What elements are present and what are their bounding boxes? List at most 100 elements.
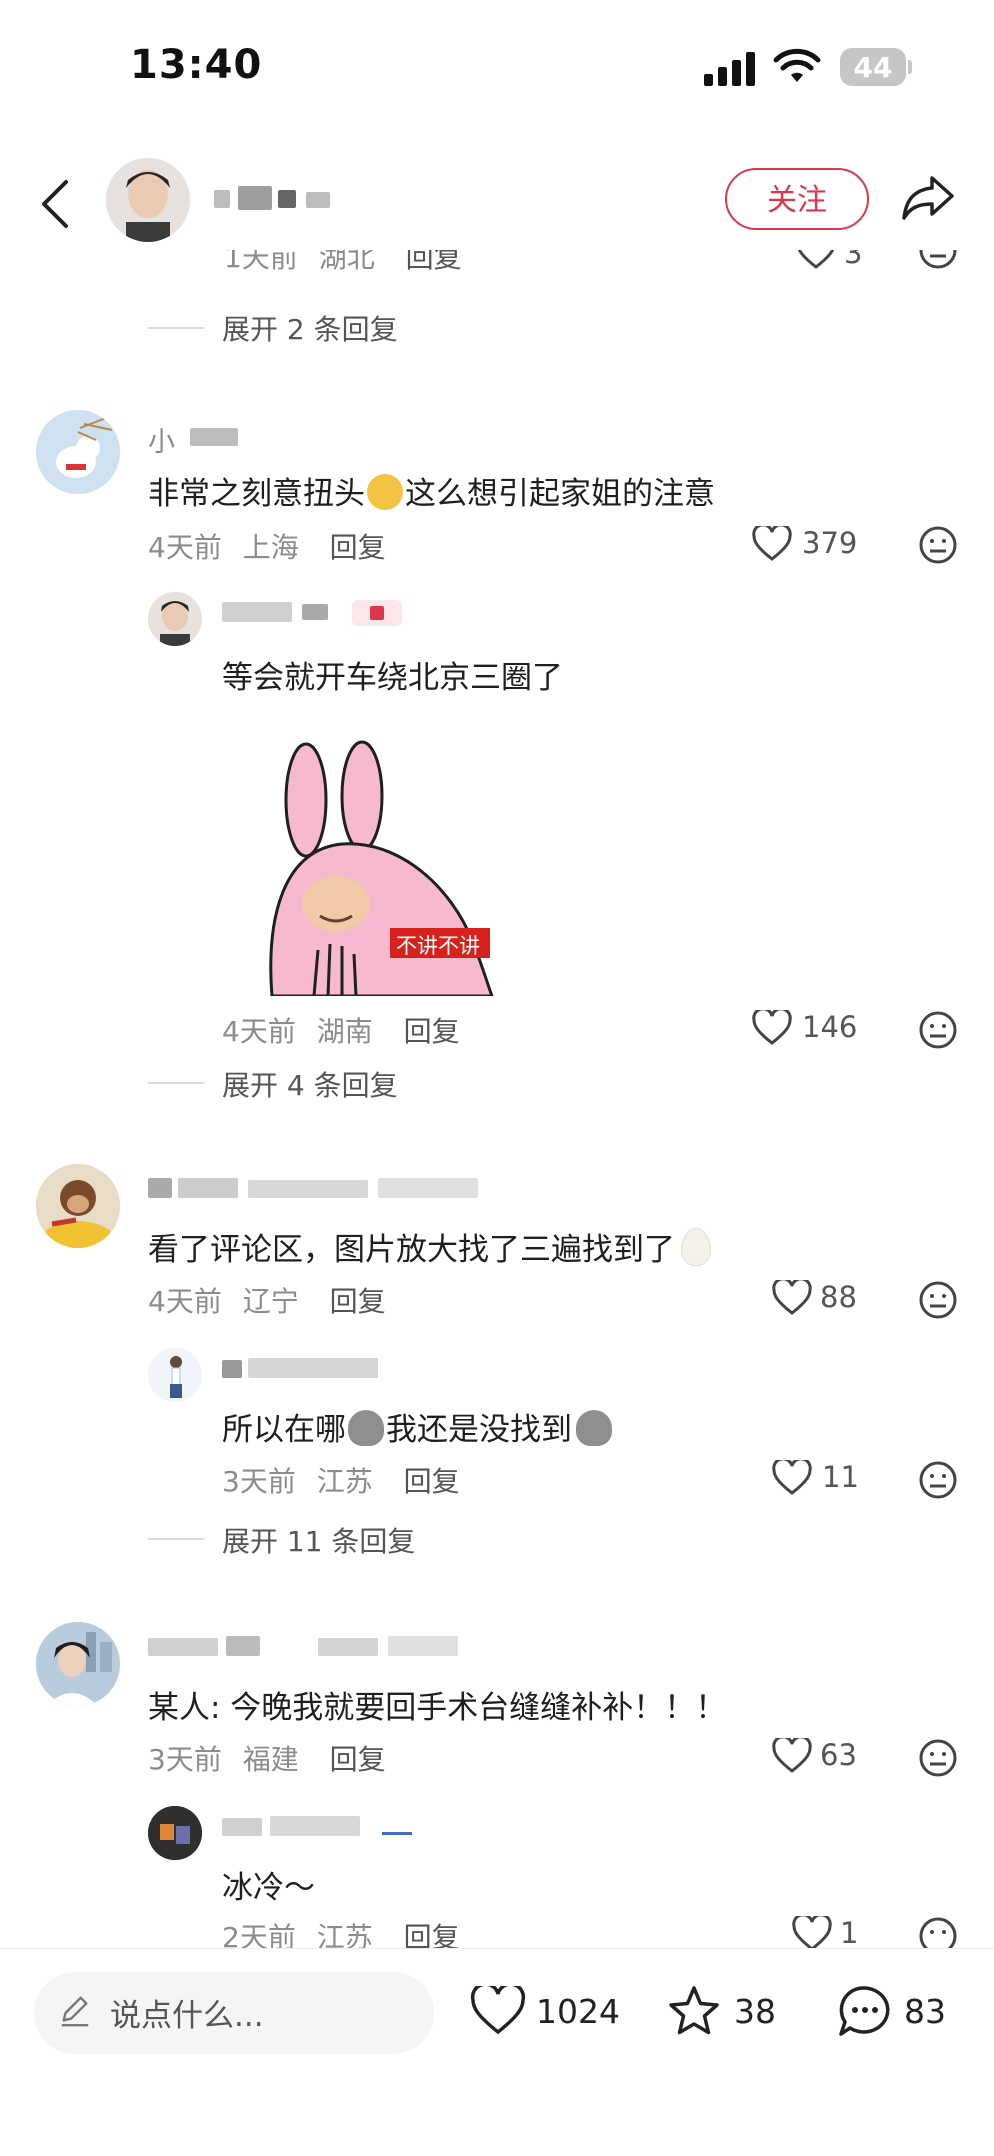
author-name-blurred[interactable] <box>214 186 334 212</box>
like-group[interactable]: 63 <box>772 1736 892 1776</box>
post-star-count: 38 <box>734 1992 776 2031</box>
egg-emoji-icon <box>681 1228 711 1266</box>
poop-emoji-icon <box>576 1410 612 1446</box>
heart-icon <box>772 1460 812 1495</box>
meh-face-icon[interactable] <box>918 1460 958 1500</box>
comment-time: 3天前 <box>148 1743 222 1776</box>
expand-divider <box>148 1538 204 1540</box>
heart-icon[interactable] <box>470 1986 526 2036</box>
commenter-avatar[interactable] <box>36 1622 120 1706</box>
reply-location: 湖南 <box>316 1015 373 1048</box>
meh-face-icon <box>919 1917 957 1948</box>
battery-level: 44 <box>853 51 893 84</box>
commenter-username-blurred[interactable] <box>148 1632 468 1660</box>
reply-avatar[interactable] <box>148 1348 202 1402</box>
like-count: 1 <box>840 1916 859 1948</box>
like-group[interactable]: 11 <box>772 1458 892 1498</box>
meh-face-icon[interactable] <box>918 1010 958 1050</box>
author-avatar[interactable] <box>106 158 190 242</box>
comment-location: 福建 <box>242 1743 299 1776</box>
like-group[interactable]: 88 <box>772 1278 892 1318</box>
back-arrow-icon[interactable] <box>38 178 74 230</box>
reply-text-part: 我还是没找到 <box>386 1412 572 1448</box>
reply-avatar[interactable] <box>148 592 202 646</box>
reply-username-blurred[interactable] <box>222 1812 432 1840</box>
dislike-icon-wrap[interactable] <box>918 250 958 278</box>
reply-button[interactable]: 回复 <box>406 250 462 274</box>
meh-face-icon[interactable] <box>918 1280 958 1320</box>
expand-divider <box>148 1082 204 1084</box>
comment-location: 湖北 <box>318 250 375 274</box>
comment-meta: 4天前 上海 回复 <box>148 526 386 566</box>
reply-location: 江苏 <box>316 1921 373 1948</box>
comment-text: 看了评论区，图片放大找了三遍找到了 <box>148 1224 711 1269</box>
commenter-avatar[interactable] <box>36 410 120 494</box>
reply-button[interactable]: 回复 <box>330 1743 386 1776</box>
expand-divider <box>148 327 204 329</box>
comment-text-part: 非常之刻意扭头 <box>148 476 365 512</box>
reply-text-part: 所以在哪 <box>222 1412 346 1448</box>
dislike-icon-wrap[interactable] <box>918 1916 958 1948</box>
comment-text-part: 这么想引起家姐的注意 <box>405 476 715 512</box>
like-group[interactable]: 379 <box>752 524 892 564</box>
heart-icon <box>752 526 792 561</box>
meh-face-icon[interactable] <box>918 1738 958 1778</box>
like-group[interactable]: 1 <box>792 1914 892 1948</box>
star-icon[interactable] <box>666 1984 722 2038</box>
expand-replies[interactable]: 展开 11 条回复 <box>222 1520 415 1560</box>
heart-icon <box>792 1916 832 1948</box>
reply-avatar[interactable] <box>148 1806 202 1860</box>
comment-input-placeholder[interactable]: 说点什么... <box>110 1990 264 2035</box>
reply-sticker-image[interactable]: 不讲不讲 <box>262 740 500 996</box>
comment-bubble-icon[interactable] <box>836 1984 894 2040</box>
follow-button[interactable]: 关注 <box>725 168 869 230</box>
reply-button[interactable]: 回复 <box>404 1921 460 1948</box>
reply-text: 冰冷～ <box>222 1870 315 1906</box>
reply-avatar-image <box>148 1806 202 1860</box>
heart-icon <box>797 250 835 269</box>
share-icon[interactable] <box>900 172 956 222</box>
commenter-avatar-image <box>36 1164 120 1248</box>
reply-button[interactable]: 回复 <box>404 1465 460 1498</box>
expand-replies[interactable]: 展开 2 条回复 <box>222 308 398 348</box>
expand-replies[interactable]: 展开 4 条回复 <box>222 1064 398 1104</box>
comment-meta: 4天前 辽宁 回复 <box>148 1280 386 1320</box>
reply-time: 2天前 <box>222 1921 296 1948</box>
reply-button[interactable]: 回复 <box>330 531 386 564</box>
reply-meta: 4天前 湖南 回复 <box>222 1010 460 1050</box>
username-blurred <box>190 428 238 446</box>
reply-button[interactable]: 回复 <box>404 1015 460 1048</box>
comment-meta: 3天前 福建 回复 <box>148 1738 386 1778</box>
post-comment-count: 83 <box>904 1992 946 2031</box>
commenter-avatar[interactable] <box>36 1164 120 1248</box>
commenter-username[interactable]: 小 <box>148 420 175 459</box>
reply-username-blurred[interactable] <box>222 598 422 626</box>
reply-time: 3天前 <box>222 1465 296 1498</box>
commenter-avatar-image <box>36 1622 120 1706</box>
emoji-sticker-icon <box>367 474 403 510</box>
reply-meta: 3天前 江苏 回复 <box>222 1460 460 1500</box>
battery-tip <box>908 60 912 74</box>
commenter-username-blurred[interactable] <box>148 1174 518 1202</box>
reply-username-blurred[interactable] <box>222 1354 402 1382</box>
post-like-count: 1024 <box>536 1992 620 2031</box>
like-count: 63 <box>820 1738 857 1772</box>
like-group[interactable]: 3 <box>796 250 876 278</box>
reply-text: 所以在哪 我还是没找到 <box>222 1404 612 1449</box>
heart-icon <box>772 1280 812 1315</box>
meh-face-icon <box>919 250 957 269</box>
comment-text: 某人: 今晚我就要回手术台缝缝补补！！！ <box>148 1690 727 1726</box>
reply-avatar-image <box>148 1348 202 1402</box>
reply-button[interactable]: 回复 <box>330 1285 386 1318</box>
heart-icon <box>752 1010 792 1045</box>
status-time: 13:40 <box>130 42 263 88</box>
author-avatar-image <box>106 158 190 242</box>
wifi-icon <box>773 48 821 82</box>
comment-location: 辽宁 <box>242 1285 299 1318</box>
like-group[interactable]: 146 <box>752 1008 892 1048</box>
comment-text-part: 看了评论区，图片放大找了三遍找到了 <box>148 1232 675 1268</box>
sticker-caption: 不讲不讲 <box>396 934 480 958</box>
like-count: 379 <box>802 526 858 560</box>
pencil-icon <box>61 1996 89 2027</box>
meh-face-icon[interactable] <box>918 525 958 565</box>
